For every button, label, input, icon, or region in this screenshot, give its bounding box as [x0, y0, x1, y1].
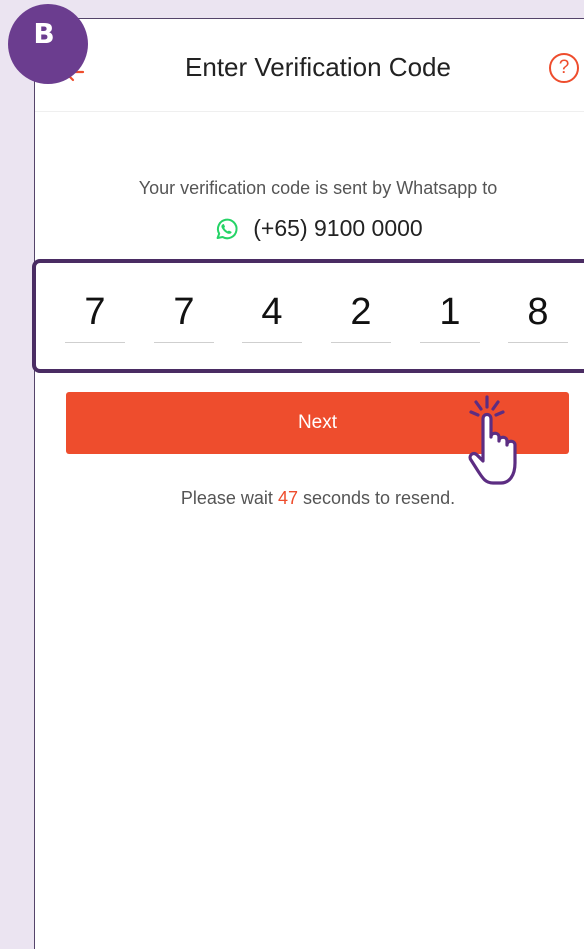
code-digit-field[interactable]: 4: [242, 291, 302, 343]
phone-screen: Enter Verification Code ? Your verificat…: [32, 18, 584, 949]
phone-number-row: (+65) 9100 0000: [35, 215, 584, 242]
code-digit-field[interactable]: 7: [154, 291, 214, 343]
whatsapp-icon: [216, 218, 238, 239]
code-digit-field[interactable]: 1: [420, 291, 480, 343]
header-bar: Enter Verification Code ?: [35, 19, 584, 112]
resend-prefix: Please wait: [180, 488, 273, 508]
verification-info-text: Your verification code is sent by Whatsa…: [138, 178, 498, 198]
code-digit-field[interactable]: 2: [331, 291, 391, 343]
help-icon[interactable]: ?: [549, 53, 579, 83]
resend-suffix: seconds to resend.: [303, 488, 456, 508]
countdown-seconds: 47: [277, 488, 298, 508]
tap-hand-icon: [468, 395, 517, 485]
phone-number: (+65) 9100 0000: [253, 215, 423, 241]
code-digit-field[interactable]: 8: [508, 291, 568, 343]
step-badge: B: [8, 4, 88, 84]
code-digit-field[interactable]: 7: [65, 291, 125, 343]
page-title: Enter Verification Code: [185, 52, 451, 82]
resend-countdown: Please wait 47 seconds to resend.: [35, 488, 584, 509]
